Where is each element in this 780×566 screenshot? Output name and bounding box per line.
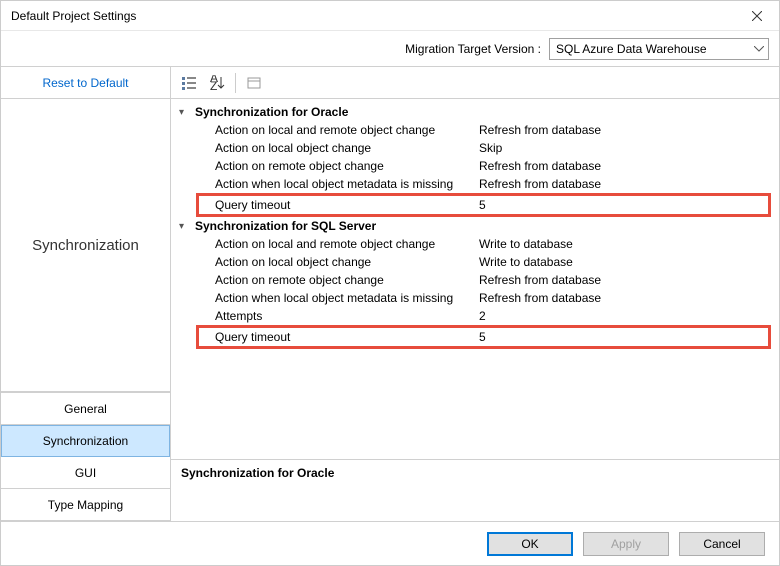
chevron-down-icon — [754, 46, 764, 52]
prop-value[interactable]: 5 — [471, 196, 768, 214]
prop-row-query-timeout[interactable]: Query timeout5 — [199, 196, 768, 214]
alphabetical-button[interactable]: AZ — [205, 71, 229, 95]
description-title: Synchronization for Oracle — [181, 466, 769, 480]
reset-area: Reset to Default — [1, 67, 170, 99]
migration-target-select[interactable]: SQL Azure Data Warehouse — [549, 38, 769, 60]
prop-row[interactable]: Action on local object changeSkip — [171, 139, 779, 157]
prop-row[interactable]: Attempts2 — [171, 307, 779, 325]
window-title: Default Project Settings — [11, 9, 734, 23]
collapse-icon: ▾ — [179, 107, 191, 118]
prop-name: Query timeout — [199, 196, 471, 214]
prop-row[interactable]: Action on local and remote object change… — [171, 235, 779, 253]
settings-window: Default Project Settings Migration Targe… — [0, 0, 780, 566]
close-button[interactable] — [734, 1, 779, 31]
prop-row[interactable]: Action on local and remote object change… — [171, 121, 779, 139]
toolbar-separator — [235, 73, 236, 93]
prop-name: Action on local and remote object change — [171, 235, 471, 253]
prop-name: Action when local object metadata is mis… — [171, 175, 471, 193]
prop-value[interactable]: 2 — [471, 307, 779, 325]
prop-value[interactable]: Write to database — [471, 235, 779, 253]
close-icon — [752, 11, 762, 21]
dialog-button-row: OK Apply Cancel — [1, 521, 779, 565]
prop-name: Action on remote object change — [171, 271, 471, 289]
dialog-body: Reset to Default Synchronization General… — [1, 67, 779, 521]
prop-value[interactable]: Refresh from database — [471, 289, 779, 307]
cancel-button[interactable]: Cancel — [679, 532, 765, 556]
collapse-icon: ▾ — [179, 221, 191, 232]
prop-row[interactable]: Action on local object changeWrite to da… — [171, 253, 779, 271]
titlebar: Default Project Settings — [1, 1, 779, 31]
prop-name: Action on local and remote object change — [171, 121, 471, 139]
ok-button[interactable]: OK — [487, 532, 573, 556]
prop-name: Action on remote object change — [171, 157, 471, 175]
prop-name: Query timeout — [199, 328, 471, 346]
prop-row-query-timeout[interactable]: Query timeout5 — [199, 328, 768, 346]
prop-value[interactable]: Refresh from database — [471, 157, 779, 175]
category-sql-server[interactable]: ▾ Synchronization for SQL Server — [171, 217, 779, 235]
nav-item-type-mapping[interactable]: Type Mapping — [1, 489, 170, 521]
right-column: AZ ▾ Synchronization for Oracle Action o… — [171, 67, 779, 521]
prop-row[interactable]: Action on remote object changeRefresh fr… — [171, 157, 779, 175]
prop-value[interactable]: Refresh from database — [471, 271, 779, 289]
category-oracle-label: Synchronization for Oracle — [195, 105, 348, 119]
nav-item-gui[interactable]: GUI — [1, 457, 170, 489]
svg-text:Z: Z — [210, 79, 217, 91]
left-spacer: Synchronization — [1, 99, 170, 392]
category-sql-label: Synchronization for SQL Server — [195, 219, 376, 233]
prop-name: Action on local object change — [171, 139, 471, 157]
highlight-sql-query-timeout: Query timeout5 — [196, 325, 771, 349]
categorized-icon — [181, 75, 197, 91]
apply-button: Apply — [583, 532, 669, 556]
highlight-oracle-query-timeout: Query timeout5 — [196, 193, 771, 217]
prop-value[interactable]: Refresh from database — [471, 121, 779, 139]
nav-item-synchronization[interactable]: Synchronization — [1, 425, 170, 457]
nav-item-general[interactable]: General — [1, 393, 170, 425]
migration-target-value: SQL Azure Data Warehouse — [556, 42, 707, 56]
prop-row[interactable]: Action when local object metadata is mis… — [171, 175, 779, 193]
prop-name: Action when local object metadata is mis… — [171, 289, 471, 307]
property-pages-button[interactable] — [242, 71, 266, 95]
sort-az-icon: AZ — [209, 75, 225, 91]
property-pages-icon — [246, 75, 262, 91]
migration-target-label: Migration Target Version : — [405, 42, 541, 56]
categorized-button[interactable] — [177, 71, 201, 95]
prop-row[interactable]: Action when local object metadata is mis… — [171, 289, 779, 307]
prop-value[interactable]: 5 — [471, 328, 768, 346]
description-pane: Synchronization for Oracle — [171, 459, 779, 521]
prop-row[interactable]: Action on remote object changeRefresh fr… — [171, 271, 779, 289]
prop-value[interactable]: Refresh from database — [471, 175, 779, 193]
nav-list: General Synchronization GUI Type Mapping — [1, 392, 170, 521]
page-caption: Synchronization — [1, 99, 170, 392]
left-column: Reset to Default Synchronization General… — [1, 67, 171, 521]
prop-name: Action on local object change — [171, 253, 471, 271]
reset-to-default-link[interactable]: Reset to Default — [42, 76, 128, 90]
migration-target-row: Migration Target Version : SQL Azure Dat… — [1, 31, 779, 67]
category-oracle[interactable]: ▾ Synchronization for Oracle — [171, 103, 779, 121]
prop-value[interactable]: Write to database — [471, 253, 779, 271]
prop-value[interactable]: Skip — [471, 139, 779, 157]
property-grid-toolbar: AZ — [171, 67, 779, 99]
prop-name: Attempts — [171, 307, 471, 325]
property-grid[interactable]: ▾ Synchronization for Oracle Action on l… — [171, 99, 779, 459]
